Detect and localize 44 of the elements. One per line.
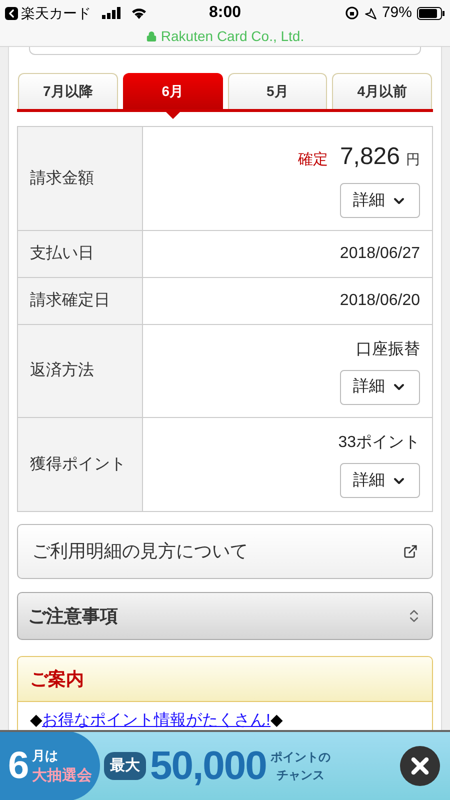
notes-accordion[interactable]: ご注意事項 — [17, 592, 433, 640]
clock-time: 8:00 — [208, 3, 242, 23]
banner-points: 50,000 — [150, 743, 266, 790]
rotation-lock-icon — [344, 6, 359, 20]
row-value: 2018/06/20 — [340, 291, 420, 311]
month-tab[interactable]: 7月以降 — [18, 73, 118, 109]
banner-event: 大抽選会 — [32, 766, 92, 786]
signal-icon — [102, 7, 122, 19]
month-tab[interactable]: 5月 — [228, 73, 328, 109]
wifi-icon — [131, 7, 147, 19]
row-label: 支払い日 — [30, 244, 94, 264]
banner-month-suffix: 月は — [32, 747, 60, 765]
row-label: 獲得ポイント — [30, 454, 126, 474]
row-value: 口座振替 — [356, 340, 420, 360]
location-icon — [364, 6, 377, 20]
details-button[interactable]: 詳細 — [340, 370, 420, 404]
banner-month: 6 — [8, 744, 30, 788]
status-label: 確定 — [298, 150, 328, 170]
diamond-mark: ◆ — [30, 711, 42, 731]
row-label: 返済方法 — [30, 360, 94, 381]
external-link-icon — [403, 544, 418, 559]
points-info-link[interactable]: お得なポイント情報がたくさん! — [42, 709, 270, 733]
month-tab[interactable]: 4月以前 — [332, 73, 432, 109]
amount-value: 7,826 — [340, 142, 400, 172]
month-tab[interactable]: 6月 — [122, 73, 222, 109]
row-value: 33ポイント — [338, 433, 420, 453]
lock-icon — [146, 30, 157, 42]
banner-max-label: 最大 — [104, 752, 146, 780]
back-icon[interactable] — [5, 6, 18, 20]
details-button[interactable]: 詳細 — [340, 183, 420, 218]
info-title: ご案内 — [30, 668, 84, 690]
guide-link-button[interactable]: ご利用明細の見方について — [17, 524, 433, 579]
back-app-label[interactable]: 楽天カード — [21, 2, 91, 24]
diamond-mark: ◆ — [270, 711, 282, 731]
currency-unit: 円 — [406, 150, 420, 169]
details-button[interactable]: 詳細 — [340, 463, 420, 498]
close-button[interactable] — [400, 746, 440, 786]
battery-percent: 79% — [382, 2, 412, 23]
row-label: 請求金額 — [30, 168, 94, 188]
banner-chance: チャンス — [276, 767, 324, 784]
row-value: 2018/06/27 — [340, 244, 420, 264]
battery-icon — [417, 6, 445, 20]
row-label: 請求確定日 — [30, 290, 110, 311]
banner-points-unit: ポイントの — [270, 749, 330, 766]
